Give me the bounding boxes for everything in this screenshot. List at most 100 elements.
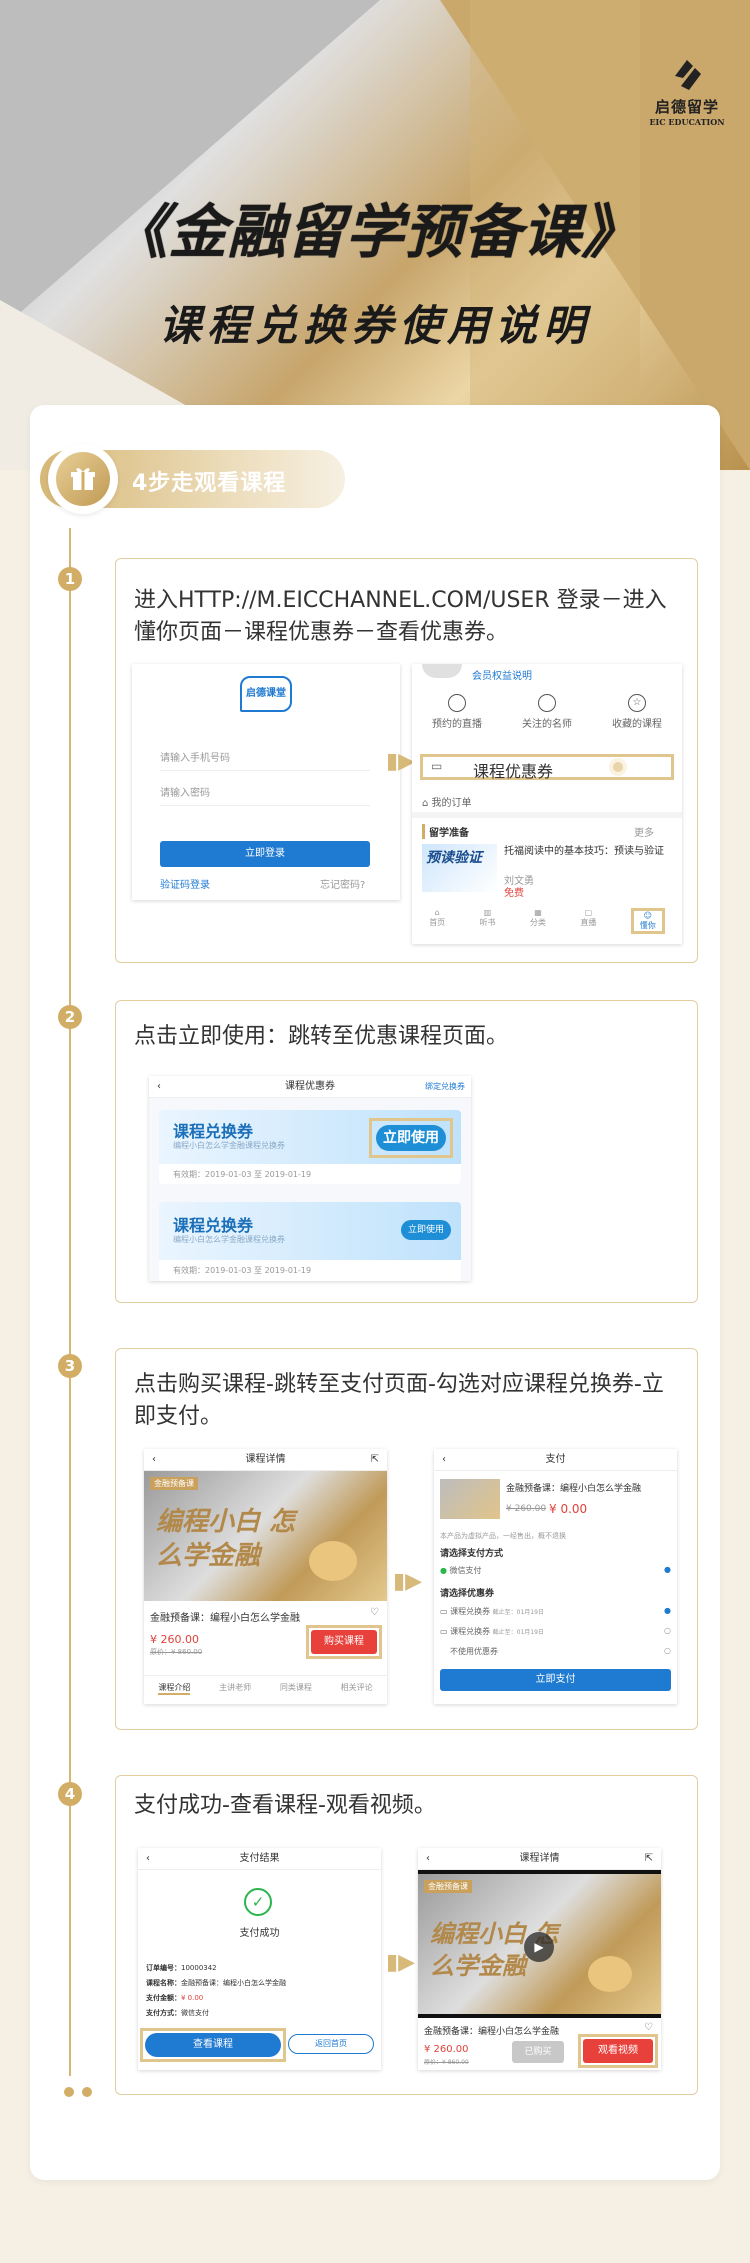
tab-listen[interactable]: ▥ 听书	[480, 908, 496, 934]
login-button[interactable]: 立即登录	[160, 841, 370, 867]
wechat-option[interactable]: ● 微信支付 ●	[440, 1565, 671, 1576]
coupon-validity: 有效期：2019-01-03 至 2019-01-19	[173, 1170, 312, 1179]
buy-course-button[interactable]: 购买课程	[311, 1630, 377, 1654]
back-home-button[interactable]: 返回首页	[288, 2034, 374, 2054]
star-icon: ☆	[628, 694, 646, 712]
step-number: 1	[58, 567, 82, 591]
back-icon[interactable]: ‹	[442, 1449, 446, 1471]
play-icon[interactable]: ▶	[524, 1932, 554, 1962]
course-price: ¥ 260.00	[424, 2044, 469, 2055]
course-name: 金融预备课：编程小白怎么学金融	[150, 1613, 300, 1624]
share-icon[interactable]: ⇱	[645, 1848, 653, 1870]
step-number: 3	[58, 1354, 82, 1378]
tab-similar[interactable]: 同类课程	[280, 1682, 312, 1695]
payment-screenshot: ‹ 支付 金融预备课：编程小白怎么学金融 ¥ 260.00 ¥ 0.00 本产品为…	[434, 1449, 677, 1704]
login-screenshot: 启德课堂 请输入手机号码 请输入密码 立即登录 验证码登录 忘记密码?	[132, 664, 400, 900]
coupon-card: 课程兑换券 编程小白怎么学金融课程兑换券 有效期：2019-01-03 至 20…	[159, 1110, 461, 1184]
tab-teacher[interactable]: 主讲老师	[219, 1682, 251, 1695]
original-price: 原价：¥ 860.00	[150, 1648, 203, 1656]
coupon-name: 课程兑换券	[173, 1122, 254, 1141]
coupon-label: 课程优惠券	[473, 762, 554, 781]
purchased-button: 已购买	[512, 2041, 564, 2063]
tab-mine[interactable]: ☺ 懂你	[630, 908, 665, 934]
back-icon[interactable]: ‹	[426, 1848, 430, 1870]
detail-title: 课程详情	[245, 1454, 286, 1465]
timeline-dot	[82, 2087, 92, 2097]
step-3-panel: 点击购买课程-跳转至支付页面-勾选对应课程兑换券-立即支付。 ‹ 课程详情 ⇱ 金融…	[115, 1348, 698, 1730]
detail-title: 课程详情	[519, 1853, 560, 1864]
login-logo: 启德课堂	[240, 676, 292, 712]
heart-icon[interactable]: ♡	[370, 1607, 379, 1618]
promo-tag: 金融预备课	[424, 1880, 472, 1893]
coupon-card: 课程兑换券 编程小白怎么学金融课程兑换券 立即使用 有效期：2019-01-03…	[159, 1202, 461, 1281]
coupon-desc: 编程小白怎么学金融课程兑换券	[173, 1141, 285, 1150]
back-icon[interactable]: ‹	[157, 1076, 161, 1098]
use-now-button[interactable]: 立即使用	[401, 1220, 451, 1240]
hero-subtitle: 课程兑换券使用说明	[158, 301, 591, 350]
sms-login-link[interactable]: 验证码登录	[160, 876, 210, 891]
pay-now-button[interactable]: 立即支付	[440, 1669, 671, 1691]
promo-title: 编程小白 怎么学金融	[156, 1507, 296, 1571]
hero-shard	[0, 0, 380, 330]
payment-note: 本产品为虚拟产品，一经售出，概不退换	[440, 1532, 566, 1540]
more-link[interactable]: 更多	[634, 824, 654, 839]
avatar	[422, 664, 462, 678]
course-banner: 金融预备课 编程小白 怎么学金融	[144, 1471, 387, 1601]
coupon-option-2[interactable]: ▭ 课程兑换券 截止至：01月19日 ○	[440, 1626, 671, 1637]
video-player[interactable]: 金融预备课 编程小白 怎么学金融 ▶	[418, 1870, 661, 2018]
no-coupon-option[interactable]: 不使用优惠券 ○	[450, 1646, 671, 1657]
course-name: 金融预备课：编程小白怎么学金融	[424, 2027, 560, 2037]
back-icon[interactable]: ‹	[152, 1449, 156, 1471]
bind-coupon-link[interactable]: 绑定兑换券	[425, 1076, 465, 1098]
coupon-option-1[interactable]: ▭ 课程兑换券 截止至：01月19日 ●	[440, 1606, 671, 1617]
brand-name: 启德留学	[654, 98, 719, 116]
result-title: 支付结果	[239, 1853, 280, 1864]
check-icon: ●	[664, 1606, 671, 1615]
original-price: 原价：¥ 860.00	[424, 2059, 469, 2066]
watch-video-button[interactable]: 观看视频	[583, 2039, 653, 2063]
timeline-dot	[64, 2087, 74, 2097]
radio-icon: ○	[664, 1626, 671, 1635]
coupon-page-title: 课程优惠券	[285, 1081, 335, 1092]
tab-live[interactable]: ▢ 直播	[580, 908, 596, 934]
forgot-password-link[interactable]: 忘记密码?	[320, 876, 365, 891]
tab-comments[interactable]: 相关评论	[341, 1682, 373, 1695]
course-thumbnail[interactable]: 预读验证	[422, 844, 497, 892]
payment-title: 支付	[545, 1454, 566, 1465]
heart-icon[interactable]: ♡	[644, 2022, 653, 2033]
step-1-text: 进入HTTP://M.EICCHANNEL.COM/USER 登录－进入懂你页面…	[134, 588, 667, 645]
step-4-panel: 支付成功-查看课程-观看视频。 ‹ 支付结果 ✓ 支付成功 订单编号：100003…	[115, 1775, 698, 2095]
coupon-list-screenshot: ‹ 课程优惠券 绑定兑换券 课程兑换券 编程小白怎么学金融课程兑换券 有效期：201…	[149, 1076, 471, 1281]
course-title[interactable]: 托福阅读中的基本技巧：预读与验证	[504, 846, 674, 858]
vip-link[interactable]: 会员权益说明	[472, 667, 532, 682]
step-2-panel: 点击立即使用：跳转至优惠课程页面。 ‹ 课程优惠券 绑定兑换券 课程兑换券 编程小白…	[115, 1000, 698, 1303]
order-info: 订单编号：10000342 课程名称：金融预备课：编程小白怎么学金融 支付金额：…	[146, 1964, 286, 2017]
arrow-right-icon: ▮▶	[393, 1569, 423, 1594]
payment-result-screenshot: ‹ 支付结果 ✓ 支付成功 订单编号：10000342 课程名称：金融预备课：编程…	[138, 1848, 381, 2070]
use-now-button[interactable]: 立即使用	[376, 1125, 446, 1151]
arrow-right-icon: ▮▶	[386, 1950, 416, 1975]
my-orders[interactable]: ⌂ 我的订单	[422, 794, 472, 809]
view-course-button[interactable]: 查看课程	[145, 2033, 281, 2057]
back-icon[interactable]: ‹	[146, 1848, 150, 1870]
followed-teachers[interactable]: 关注的名师	[522, 694, 572, 730]
step-4-text: 支付成功-查看课程-观看视频。	[134, 1793, 436, 1818]
booked-live[interactable]: 预约的直播	[432, 694, 482, 730]
teacher-icon	[538, 694, 556, 712]
password-input[interactable]: 请输入密码	[160, 784, 370, 806]
saved-courses[interactable]: ☆ 收藏的课程	[612, 694, 662, 730]
course-video-screenshot: ‹ 课程详情 ⇱ 金融预备课 编程小白 怎么学金融 ▶ 金融预备课：编程小白怎么学金…	[418, 1848, 661, 2070]
tab-category[interactable]: ▦ 分类	[530, 908, 546, 934]
tab-home[interactable]: ⌂ 首页	[429, 908, 445, 934]
piggy-bank-icon	[309, 1541, 357, 1581]
payment-course: 金融预备课：编程小白怎么学金融	[506, 1484, 642, 1494]
tap-indicator	[609, 758, 627, 776]
timeline-line	[69, 528, 71, 2076]
course-price: 免费	[504, 888, 524, 899]
phone-input[interactable]: 请输入手机号码	[160, 749, 370, 771]
coupon-name: 课程兑换券	[173, 1216, 254, 1235]
step-number: 2	[58, 1005, 82, 1029]
share-icon[interactable]: ⇱	[371, 1449, 379, 1471]
coupon-entry[interactable]: ▭ 课程优惠券	[420, 754, 674, 781]
tab-intro[interactable]: 课程介绍	[158, 1682, 191, 1695]
